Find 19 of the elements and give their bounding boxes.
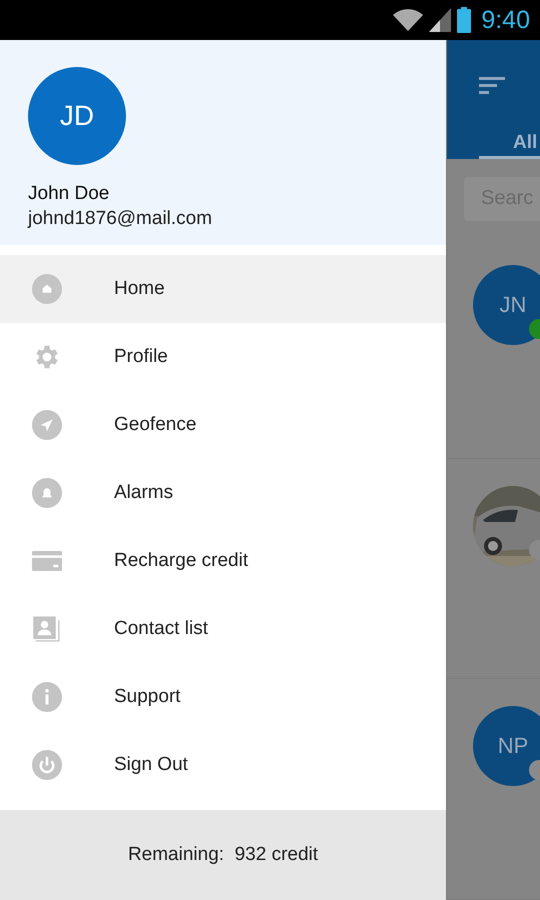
signal-icon [429,8,452,32]
home-icon [32,274,62,304]
battery-icon [457,7,472,33]
navigation-icon [32,410,62,440]
user-name: John Doe [28,183,110,205]
wifi-icon [393,8,424,32]
user-avatar: JD [28,67,126,165]
menu-item[interactable]: Home [0,255,446,323]
sort-icon[interactable] [479,76,507,96]
bell-icon [32,478,62,508]
contact-avatar: NP [473,706,540,786]
user-email: johnd1876@mail.com [28,208,214,230]
contact-card-icon [32,614,62,644]
clock-time: 9:40 [481,6,530,34]
contact-avatar: JN [473,265,540,346]
tab[interactable]: All [479,132,540,160]
info-icon [32,682,62,712]
credit-footer: Remaining: 932 credit [0,810,446,900]
power-icon [32,750,62,780]
